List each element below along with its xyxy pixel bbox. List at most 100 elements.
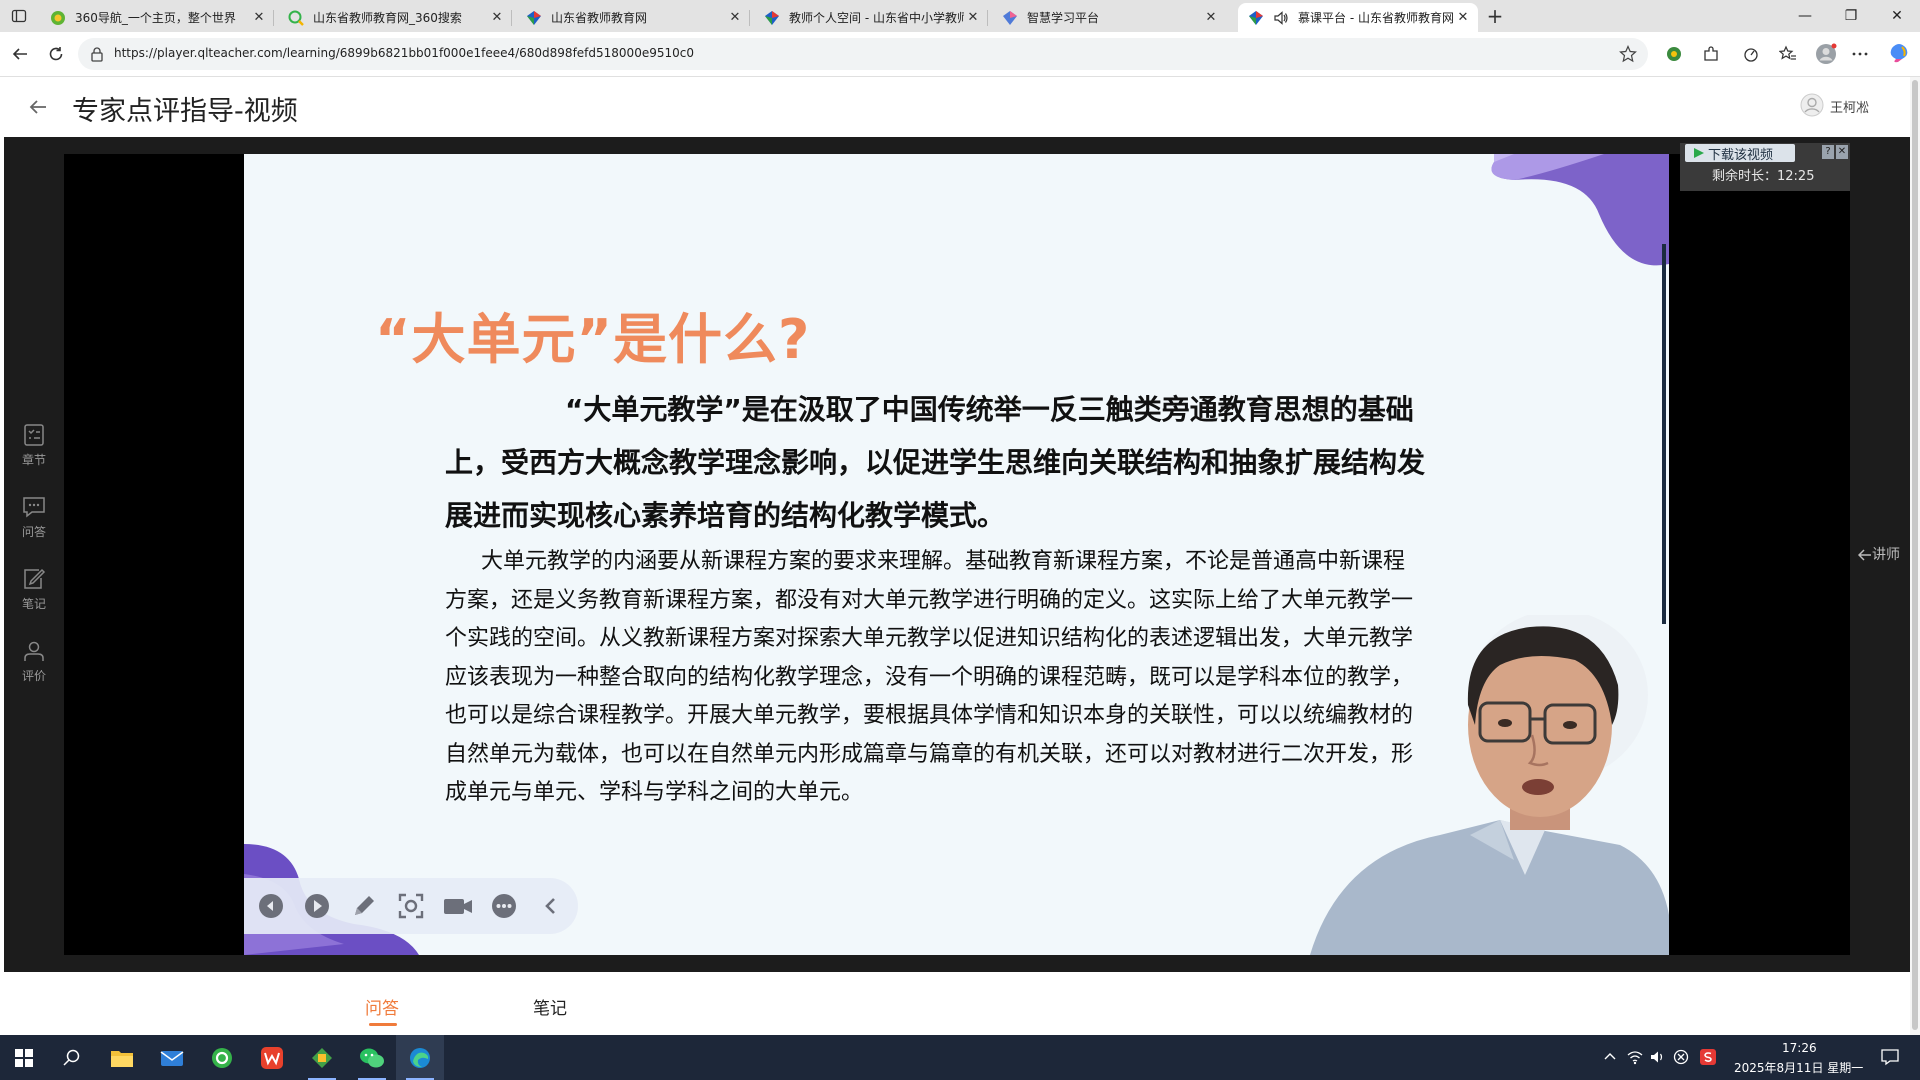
download-close-icon[interactable]: ✕ (1836, 145, 1848, 159)
sidebar-item-label: 问答 (21, 525, 46, 539)
wps-icon[interactable] (248, 1035, 296, 1080)
browser-tab-active[interactable]: 慕课平台 - 山东省教师教育网 ✕ (1238, 3, 1478, 32)
window-close-button[interactable]: ✕ (1874, 0, 1920, 32)
wechat-icon[interactable] (348, 1035, 396, 1080)
volume-icon[interactable] (1648, 1047, 1668, 1067)
back-icon[interactable] (8, 42, 32, 66)
window-restore-button[interactable]: ❐ (1828, 0, 1874, 32)
profile-avatar-icon[interactable] (1814, 42, 1838, 66)
start-button-icon[interactable] (0, 1035, 48, 1080)
slide-lead-paragraph: “大单元教学”是在汲取了中国传统举一反三触类旁通教育思想的基础上，受西方大概念教… (445, 383, 1425, 542)
file-explorer-icon[interactable] (98, 1035, 146, 1080)
new-tab-button[interactable]: + (1484, 5, 1506, 27)
player-controls (244, 878, 578, 934)
chat-icon (21, 495, 47, 519)
performance-icon[interactable] (1741, 44, 1761, 64)
browser-tab[interactable]: 山东省教师教育网_360搜索 ✕ (278, 3, 512, 32)
lecturer-toggle-label: 讲师 (1872, 547, 1900, 563)
user-name[interactable]: 王柯凇 (1830, 97, 1869, 116)
bottom-tabs: 问答 笔记 (4, 972, 1910, 1035)
download-help-icon[interactable]: ? (1822, 145, 1834, 159)
more-options-icon[interactable] (489, 891, 519, 921)
sidebar-item-review[interactable]: 评价 (4, 639, 64, 699)
tab-close-icon[interactable]: ✕ (1454, 10, 1472, 25)
page-scrollbar-thumb[interactable] (1912, 80, 1918, 1030)
clock-time[interactable]: 17:26 (1782, 1041, 1817, 1055)
sidebar-item-label: 章节 (21, 453, 46, 467)
page-back-icon[interactable] (26, 95, 50, 119)
browser-tab[interactable]: 360导航_一个主页，整个世界 ✕ (40, 3, 274, 32)
favorite-star-icon[interactable] (1619, 45, 1637, 63)
tab-actions-icon[interactable] (8, 5, 30, 27)
refresh-icon[interactable] (44, 42, 68, 66)
copilot-icon[interactable] (1888, 42, 1910, 64)
user-icon (22, 639, 46, 663)
360-browser-icon[interactable] (198, 1035, 246, 1080)
tab-close-icon[interactable]: ✕ (964, 10, 982, 25)
360-logo-icon (50, 10, 66, 26)
site-info-icon[interactable] (90, 46, 104, 62)
network-icon[interactable] (1625, 1047, 1645, 1067)
tab-close-icon[interactable]: ✕ (250, 10, 268, 25)
slide-lead-text: “大单元教学”是在汲取了中国传统举一反三触类旁通教育思想的基础上，受西方大概念教… (445, 393, 1426, 532)
edge-browser-icon[interactable] (396, 1035, 444, 1080)
address-bar[interactable]: https://player.qlteacher.com/learning/68… (78, 38, 1648, 70)
lecturer-video (1310, 615, 1669, 955)
sidebar-item-label: 笔记 (21, 597, 46, 611)
sidebar-item-chapters[interactable]: 章节 (4, 423, 64, 483)
tray-overflow-icon[interactable] (1600, 1047, 1620, 1067)
tab-close-icon[interactable]: ✕ (1202, 10, 1220, 25)
download-widget: 下载该视频 ? ✕ 剩余时长：12:25 (1680, 143, 1850, 191)
browser-tab[interactable]: 教师个人空间 - 山东省中小学教师 ✕ (754, 3, 988, 32)
tab-title: 教师个人空间 - 山东省中小学教师 (789, 11, 964, 25)
mail-icon[interactable] (148, 1035, 196, 1080)
slide-body-paragraph: 大单元教学的内涵要从新课程方案的要求来理解。基础教育新课程方案，不论是普通高中新… (445, 543, 1425, 813)
clock-date[interactable]: 2025年8月11日 星期一 (1734, 1059, 1863, 1076)
app-icon[interactable] (298, 1035, 346, 1080)
sidebar-item-qa[interactable]: 问答 (4, 495, 64, 555)
tab-title: 360导航_一个主页，整个世界 (75, 11, 236, 25)
windows-taskbar: 17:26 2025年8月11日 星期一 (0, 1035, 1920, 1080)
tab-active-indicator (369, 1023, 397, 1026)
screenshot-icon[interactable] (396, 891, 426, 921)
tab-notes[interactable]: 笔记 (533, 994, 567, 1019)
play-icon[interactable] (302, 891, 332, 921)
browser-tab[interactable]: 山东省教师教育网 ✕ (516, 3, 750, 32)
tab-title: 山东省教师教育网_360搜索 (313, 11, 462, 25)
pen-icon[interactable] (349, 891, 379, 921)
lecturer-panel-toggle[interactable]: 讲师 (1858, 544, 1900, 564)
search-icon[interactable] (48, 1035, 96, 1080)
previous-icon[interactable] (256, 891, 286, 921)
browser-tab-strip: 360导航_一个主页，整个世界 ✕ 山东省教师教育网_360搜索 ✕ 山东省教师… (0, 0, 1920, 32)
speaker-icon[interactable] (1273, 10, 1289, 26)
download-video-button[interactable]: 下载该视频 (1685, 144, 1795, 163)
favorites-icon[interactable] (1778, 44, 1798, 64)
left-sidebar: 章节 问答 笔记 评价 (4, 137, 64, 955)
smart-learning-icon (1002, 10, 1018, 26)
user-avatar-icon[interactable] (1800, 93, 1824, 117)
collapse-icon[interactable] (536, 891, 566, 921)
camera-icon[interactable] (442, 891, 472, 921)
site-logo-icon (764, 10, 780, 26)
browser-tab[interactable]: 智慧学习平台 ✕ (992, 3, 1226, 32)
site-logo-icon (526, 10, 542, 26)
site-logo-icon (1248, 10, 1264, 26)
window-minimize-button[interactable]: — (1782, 0, 1828, 32)
page-header: 专家点评指导-视频 王柯凇 (4, 77, 1910, 137)
sidebar-item-label: 评价 (21, 669, 46, 683)
notification-center-icon[interactable] (1880, 1047, 1900, 1067)
tab-title: 智慧学习平台 (1027, 11, 1100, 25)
chapter-icon (22, 423, 46, 447)
arrow-left-icon (1858, 548, 1872, 562)
tab-qa[interactable]: 问答 (365, 994, 399, 1019)
sogou-ime-icon[interactable] (1698, 1047, 1718, 1067)
extension-icon[interactable] (1664, 44, 1684, 64)
tab-close-icon[interactable]: ✕ (726, 10, 744, 25)
url-text[interactable]: https://player.qlteacher.com/learning/68… (114, 46, 694, 60)
sidebar-item-notes[interactable]: 笔记 (4, 567, 64, 627)
more-menu-icon[interactable] (1850, 44, 1870, 64)
tab-close-icon[interactable]: ✕ (488, 10, 506, 25)
tray-app-icon[interactable] (1671, 1047, 1691, 1067)
extensions-puzzle-icon[interactable] (1701, 44, 1721, 64)
browser-toolbar: https://player.qlteacher.com/learning/68… (0, 32, 1920, 77)
